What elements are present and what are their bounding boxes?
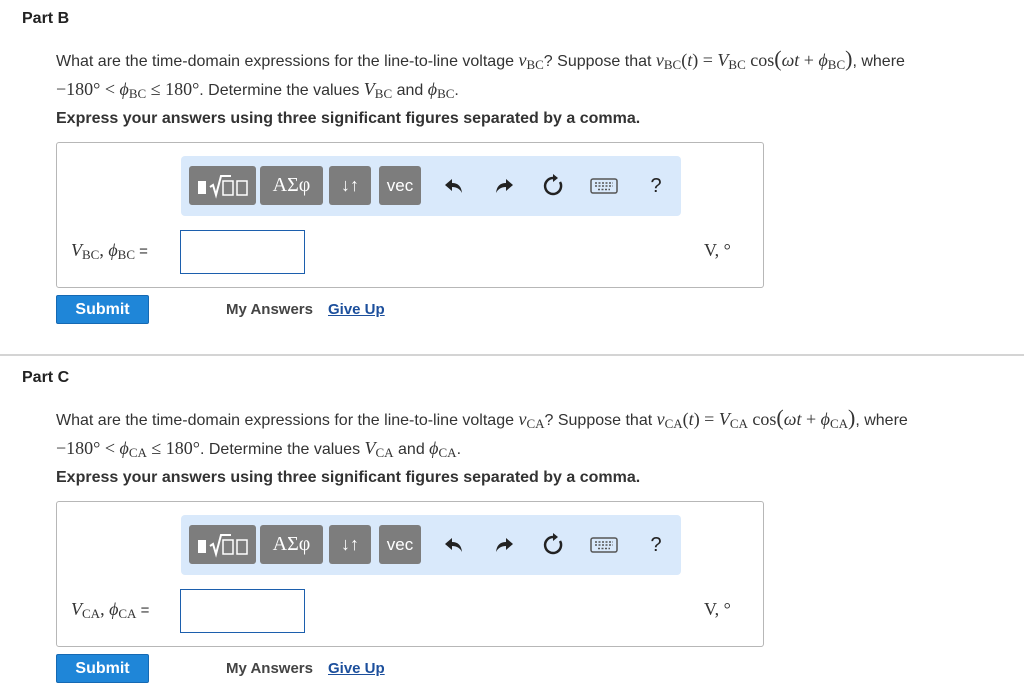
amplitude-var: V — [364, 438, 376, 458]
arrows-button[interactable]: ↓↑ — [329, 525, 371, 564]
give-up-link[interactable]: Give Up — [328, 301, 385, 318]
subscript: BC — [827, 57, 846, 72]
voltage-var: v — [655, 50, 664, 70]
amplitude-var: V — [717, 50, 729, 70]
subscript: BC — [374, 86, 393, 101]
subscript: CA — [664, 416, 683, 431]
phase-var: ϕ — [109, 599, 119, 619]
answer-label: VBC, ϕBC = — [71, 240, 148, 262]
templates-icon — [197, 533, 248, 558]
subscript: BC — [437, 86, 455, 101]
give-up-link[interactable]: Give Up — [328, 660, 385, 677]
subscript: BC — [526, 57, 544, 72]
subscript: BC — [82, 247, 100, 262]
subscript: CA — [438, 445, 457, 460]
phase-var: ϕ — [427, 79, 438, 99]
units-label: V, ° — [704, 240, 731, 260]
undo-icon[interactable] — [439, 529, 469, 561]
question-text: What are the time-domain expressions for… — [56, 46, 905, 101]
math-toolbar: ΑΣφ ↓↑ vec ? — [181, 156, 681, 216]
subscript: CA — [82, 606, 101, 621]
help-button[interactable]: ? — [641, 529, 671, 561]
question-part: Part C What are the time-domain expressi… — [0, 359, 1024, 699]
my-answers-link[interactable]: My Answers — [226, 660, 313, 677]
subscript: CA — [729, 416, 748, 431]
phase-var: ϕ — [429, 438, 439, 458]
arrows-button[interactable]: ↓↑ — [329, 166, 371, 205]
answer-label: VCA, ϕCA = — [71, 599, 150, 621]
section-divider — [0, 354, 1024, 356]
redo-icon[interactable] — [489, 170, 519, 202]
redo-icon[interactable] — [489, 529, 519, 561]
question-part: Part B What are the time-domain expressi… — [0, 0, 1024, 340]
my-answers-link[interactable]: My Answers — [226, 301, 313, 318]
templates-button[interactable] — [189, 166, 256, 205]
keyboard-icon[interactable] — [587, 170, 621, 202]
help-button[interactable]: ? — [641, 170, 671, 202]
vec-button[interactable]: vec — [379, 525, 421, 564]
keyboard-icon[interactable] — [587, 529, 621, 561]
answer-box: ΑΣφ ↓↑ vec ? VBC, ϕBC = V, ° — [56, 142, 764, 288]
subscript: BC — [728, 57, 746, 72]
submit-button[interactable]: Submit — [56, 295, 149, 324]
amplitude-var: V — [71, 599, 82, 619]
subscript: CA — [128, 445, 147, 460]
phase-var: ϕ — [119, 438, 129, 458]
part-title: Part B — [22, 10, 70, 27]
answer-box: ΑΣφ ↓↑ vec ? VCA, ϕCA = V, ° — [56, 501, 764, 647]
amplitude-var: V — [363, 79, 375, 99]
question-text: What are the time-domain expressions for… — [56, 405, 908, 460]
undo-icon[interactable] — [439, 170, 469, 202]
submit-button[interactable]: Submit — [56, 654, 149, 683]
subscript: BC — [663, 57, 682, 72]
vec-button[interactable]: vec — [379, 166, 421, 205]
phase-var: ϕ — [818, 50, 828, 70]
answer-input[interactable] — [180, 230, 305, 274]
math-toolbar: ΑΣφ ↓↑ vec ? — [181, 515, 681, 575]
units-label: V, ° — [704, 599, 731, 619]
subscript: CA — [375, 445, 394, 460]
greek-button[interactable]: ΑΣφ — [260, 166, 323, 205]
amplitude-var: V — [71, 240, 82, 260]
amplitude-var: V — [718, 409, 730, 429]
answer-input[interactable] — [180, 589, 305, 633]
reset-icon[interactable] — [538, 529, 568, 561]
templates-icon — [197, 174, 248, 199]
instruction-text: Express your answers using three signifi… — [56, 110, 641, 127]
greek-button[interactable]: ΑΣφ — [260, 525, 323, 564]
subscript: BC — [117, 247, 136, 262]
phase-var: ϕ — [108, 240, 118, 260]
reset-icon[interactable] — [538, 170, 568, 202]
phase-var: ϕ — [820, 409, 830, 429]
instruction-text: Express your answers using three signifi… — [56, 469, 641, 486]
part-title: Part C — [22, 369, 70, 386]
templates-button[interactable] — [189, 525, 256, 564]
voltage-var: v — [656, 409, 665, 429]
subscript: CA — [118, 606, 137, 621]
subscript: CA — [829, 416, 848, 431]
phase-var: ϕ — [119, 79, 129, 99]
subscript: CA — [526, 416, 545, 431]
subscript: BC — [128, 86, 147, 101]
